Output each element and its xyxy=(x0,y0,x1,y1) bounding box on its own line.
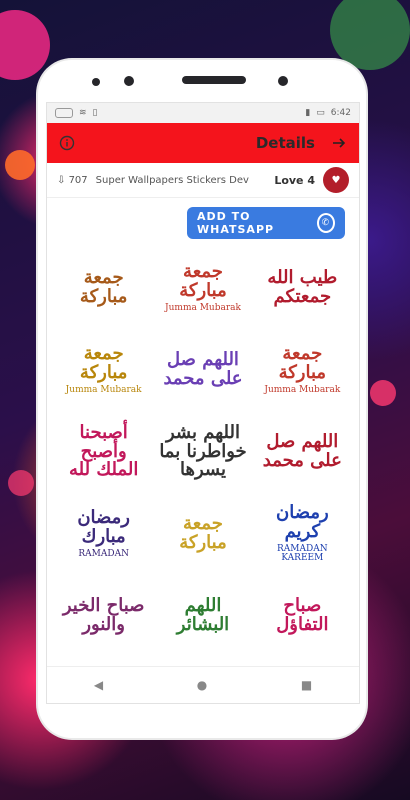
whatsapp-icon: ✆ xyxy=(316,213,335,233)
sticker-count: ⇩ 707 xyxy=(57,174,88,186)
bg-orb xyxy=(330,0,410,70)
sticker-tile[interactable]: طيب الله جمعتكم xyxy=(256,251,349,325)
signal-icon: ▮ xyxy=(305,108,311,118)
sticker-text: صباح الخير والنور xyxy=(62,595,145,635)
phone-frame: ≋ ▯ ▮ ▭ 6:42 Details ⇩ 707 Super Wallpap… xyxy=(38,60,366,738)
app-bar: Details xyxy=(47,123,359,163)
add-to-whatsapp-button[interactable]: ADD TO WHATSAPP ✆ xyxy=(187,207,345,239)
sticker-tile[interactable]: جمعة مباركة xyxy=(57,251,150,325)
sticker-tile[interactable]: اللهم صل على محمد xyxy=(156,333,249,407)
sticker-text: رمضان مبارك xyxy=(77,506,130,547)
sticker-text: اللهم البشائر xyxy=(176,595,230,635)
info-icon[interactable] xyxy=(57,133,77,153)
battery-saver-icon xyxy=(55,108,73,118)
bg-orb xyxy=(0,10,50,80)
sticker-text: طيب الله جمعتكم xyxy=(267,267,338,307)
sticker-tile[interactable]: اللهم بشر خواطرنا بما يسرها xyxy=(156,415,249,489)
wifi-icon: ≋ xyxy=(79,108,87,118)
sticker-tile[interactable]: رمضان كريم RAMADAN KAREEM xyxy=(256,497,349,571)
add-to-whatsapp-label: ADD TO WHATSAPP xyxy=(197,210,275,236)
arrow-right-icon[interactable] xyxy=(329,133,349,153)
home-icon[interactable]: ● xyxy=(197,678,207,692)
sticker-tile[interactable]: اللهم صل على محمد xyxy=(256,415,349,489)
sticker-subtext: Jumma Mubarak xyxy=(165,302,241,313)
nav-bar: ◀ ● ■ xyxy=(47,667,359,703)
bg-orb xyxy=(370,380,396,406)
sticker-tile[interactable]: جمعة مباركة Jumma Mubarak xyxy=(156,251,249,325)
sticker-text: جمعة مباركة xyxy=(79,342,128,383)
bg-orb xyxy=(5,150,35,180)
sticker-subtext: Jumma Mubarak xyxy=(65,384,142,395)
developer-name: Super Wallpapers Stickers Dev xyxy=(95,174,249,186)
download-icon: ⇩ xyxy=(57,174,69,186)
pack-info-row: ⇩ 707 Super Wallpapers Stickers Dev Love… xyxy=(47,163,359,198)
sticker-text: اللهم بشر خواطرنا بما يسرها xyxy=(159,421,247,481)
status-bar: ≋ ▯ ▮ ▭ 6:42 xyxy=(47,103,359,123)
sticker-tile[interactable]: رمضان مبارك RAMADAN xyxy=(57,497,150,571)
sim-icon: ▯ xyxy=(92,108,98,118)
sticker-tile[interactable]: صباح التفاؤل xyxy=(256,579,349,653)
camera-icon xyxy=(278,76,288,86)
camera-icon xyxy=(92,78,100,86)
sticker-text: جمعة مباركة xyxy=(79,267,128,307)
speaker-grille xyxy=(182,76,246,84)
sticker-text: جمعة مباركة xyxy=(179,260,227,301)
battery-icon: ▭ xyxy=(316,108,325,118)
sticker-tile[interactable]: صباح الخير والنور xyxy=(57,579,150,653)
sticker-text: رمضان كريم xyxy=(276,502,329,543)
bg-orb xyxy=(8,470,34,496)
app-screen: ≋ ▯ ▮ ▭ 6:42 Details ⇩ 707 Super Wallpap… xyxy=(46,102,360,704)
sticker-tile[interactable]: اللهم البشائر xyxy=(156,579,249,653)
back-icon[interactable]: ◀ xyxy=(94,678,103,692)
sticker-text: أصبحنا وأصبح الملك لله xyxy=(68,421,139,481)
page-title: Details xyxy=(255,134,315,152)
sticker-tile[interactable]: جمعة مباركة Jumma Mubarak xyxy=(256,333,349,407)
sticker-text: صباح التفاؤل xyxy=(276,595,329,635)
status-time: 6:42 xyxy=(330,108,351,118)
camera-icon xyxy=(124,76,134,86)
sticker-text: اللهم صل على محمد xyxy=(163,349,243,389)
sticker-text: اللهم صل على محمد xyxy=(262,431,342,471)
sticker-grid: جمعة مباركة جمعة مباركة Jumma Mubarak طيب ا… xyxy=(57,251,349,653)
sticker-tile[interactable]: جمعة مباركة xyxy=(156,497,249,571)
recents-icon[interactable]: ■ xyxy=(301,678,312,692)
sticker-subtext: Jumma Mubarak xyxy=(264,384,341,395)
pack-name: Love 4 xyxy=(274,173,315,187)
sticker-text: جمعة مباركة xyxy=(278,342,327,383)
sticker-subtext: RAMADAN xyxy=(78,548,129,559)
pack-icon: ♥ xyxy=(323,167,349,193)
sticker-tile[interactable]: أصبحنا وأصبح الملك لله xyxy=(57,415,150,489)
sticker-subtext: RAMADAN KAREEM xyxy=(277,543,328,564)
sticker-tile[interactable]: جمعة مباركة Jumma Mubarak xyxy=(57,333,150,407)
sticker-text: جمعة مباركة xyxy=(179,513,227,553)
